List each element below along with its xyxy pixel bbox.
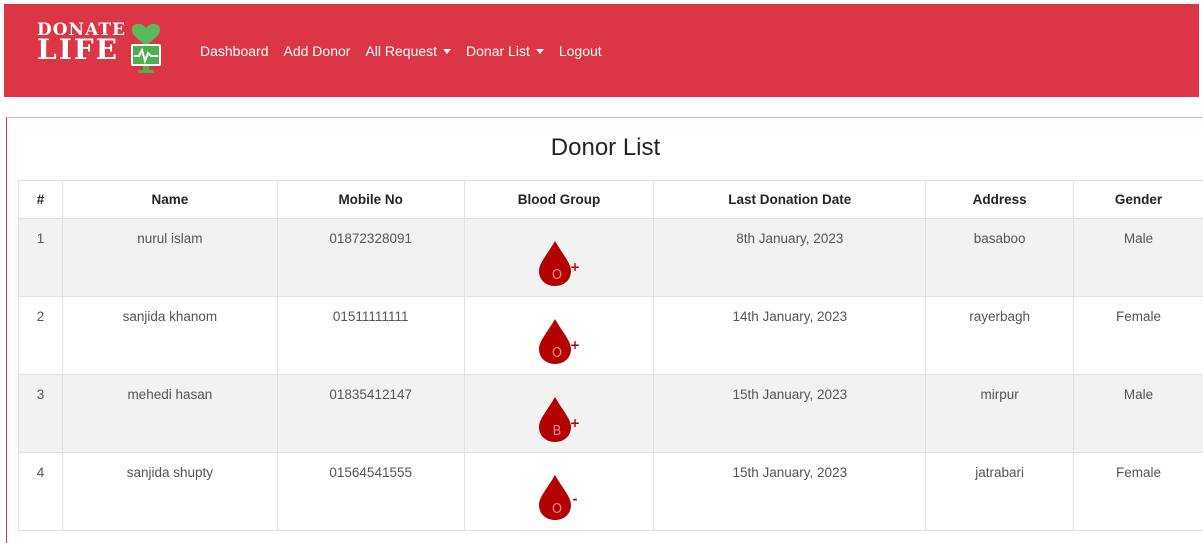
- cell-mobile: 01872328091: [276, 218, 465, 297]
- cell-num: 4: [18, 452, 63, 531]
- cell-blood-group: O +: [463, 296, 655, 375]
- table-row: 1 nurul islam 01872328091 O + 8th Januar…: [18, 218, 1203, 297]
- blood-drop-icon: O +: [537, 237, 581, 287]
- table-header-row: # Name Mobile No Blood Group Last Donati…: [18, 180, 1203, 219]
- blood-type-label: O: [552, 502, 562, 517]
- cell-address: rayerbagh: [925, 296, 1075, 375]
- cell-mobile: 01511111111: [276, 296, 465, 375]
- main-nav: Dashboard Add Donor All Request Donar Li…: [200, 43, 617, 59]
- col-header-address: Address: [925, 180, 1075, 219]
- cell-num: 1: [18, 218, 63, 297]
- brand-logo[interactable]: DONATE LIFE: [37, 20, 177, 80]
- blood-sign-label: -: [573, 492, 578, 506]
- cell-address: mirpur: [925, 374, 1075, 453]
- col-header-blood-group: Blood Group: [463, 180, 655, 219]
- cell-num: 2: [18, 296, 63, 375]
- cell-mobile: 01835412147: [276, 374, 465, 453]
- donor-table: # Name Mobile No Blood Group Last Donati…: [18, 180, 1203, 531]
- nav-all-request[interactable]: All Request: [365, 43, 452, 59]
- cell-last-donation: 15th January, 2023: [653, 374, 927, 453]
- caret-down-icon: [535, 48, 544, 54]
- cell-gender: Male: [1073, 374, 1203, 453]
- cell-name: nurul islam: [61, 218, 278, 297]
- cell-mobile: 01564541555: [276, 452, 465, 531]
- cell-blood-group: O -: [463, 452, 655, 531]
- cell-blood-group: B +: [463, 374, 655, 453]
- nav-donar-list[interactable]: Donar List: [466, 43, 544, 59]
- blood-drop-icon: B +: [537, 393, 581, 443]
- col-header-num: #: [18, 180, 63, 219]
- cell-num: 3: [18, 374, 63, 453]
- nav-add-donor[interactable]: Add Donor: [284, 43, 351, 59]
- table-row: 3 mehedi hasan 01835412147 B + 15th Janu…: [18, 374, 1203, 453]
- blood-sign-label: +: [570, 416, 580, 430]
- cell-last-donation: 8th January, 2023: [653, 218, 927, 297]
- cell-name: mehedi hasan: [61, 374, 278, 453]
- navbar: DONATE LIFE Dashboard Add Donor All Requ…: [4, 4, 1199, 97]
- cell-gender: Female: [1073, 452, 1203, 531]
- col-header-mobile: Mobile No: [276, 180, 465, 219]
- nav-logout[interactable]: Logout: [559, 43, 602, 59]
- heart-monitor-icon: [131, 23, 161, 73]
- blood-type-label: O: [552, 268, 562, 283]
- cell-gender: Male: [1073, 218, 1203, 297]
- donor-list-card: Donor List # Name Mobile No Blood Group …: [6, 117, 1203, 543]
- cell-last-donation: 15th January, 2023: [653, 452, 927, 531]
- cell-gender: Female: [1073, 296, 1203, 375]
- blood-sign-label: +: [570, 338, 580, 352]
- blood-drop-icon: O +: [537, 315, 581, 365]
- cell-address: jatrabari: [925, 452, 1075, 531]
- blood-sign-label: +: [570, 260, 580, 274]
- cell-name: sanjida khanom: [61, 296, 278, 375]
- brand-line-2: LIFE: [37, 33, 120, 66]
- col-header-name: Name: [61, 180, 278, 219]
- cell-last-donation: 14th January, 2023: [653, 296, 927, 375]
- blood-drop-icon: O -: [537, 471, 581, 521]
- caret-down-icon: [443, 48, 452, 54]
- table-row: 4 sanjida shupty 01564541555 O - 15th Ja…: [18, 452, 1203, 531]
- cell-address: basaboo: [925, 218, 1075, 297]
- table-row: 2 sanjida khanom 01511111111 O + 14th Ja…: [18, 296, 1203, 375]
- blood-type-label: O: [552, 346, 562, 361]
- nav-dashboard[interactable]: Dashboard: [200, 43, 269, 59]
- blood-type-label: B: [553, 424, 562, 439]
- cell-name: sanjida shupty: [61, 452, 278, 531]
- col-header-last-donation: Last Donation Date: [653, 180, 927, 219]
- cell-blood-group: O +: [463, 218, 655, 297]
- col-header-gender: Gender: [1073, 180, 1203, 219]
- page-title: Donor List: [550, 134, 661, 161]
